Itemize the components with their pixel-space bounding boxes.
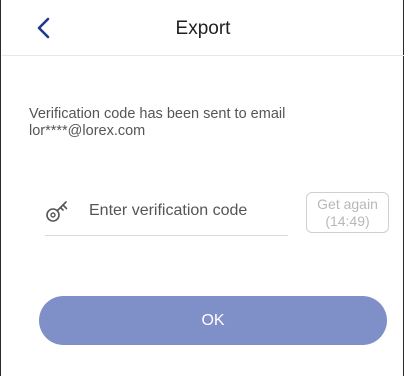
ok-button-label: OK (201, 311, 225, 329)
key-icon (46, 201, 68, 222)
masked-email: lor****@lorex.com (29, 123, 146, 139)
page-title: Export (175, 18, 231, 39)
verification-code-input[interactable] (89, 198, 284, 224)
verification-code-row (45, 188, 288, 236)
countdown-timer: (14:49) (325, 212, 370, 229)
verification-message: Verification code has been sent to email… (29, 106, 369, 140)
app-frame: Export Verification code has been sent t… (0, 0, 404, 376)
get-again-label: Get again (317, 195, 378, 212)
message-line: Verification code has been sent to email (29, 106, 286, 122)
ok-button[interactable]: OK (39, 296, 387, 345)
header-bar: Export (2, 0, 404, 56)
get-again-button[interactable]: Get again (14:49) (306, 192, 389, 233)
